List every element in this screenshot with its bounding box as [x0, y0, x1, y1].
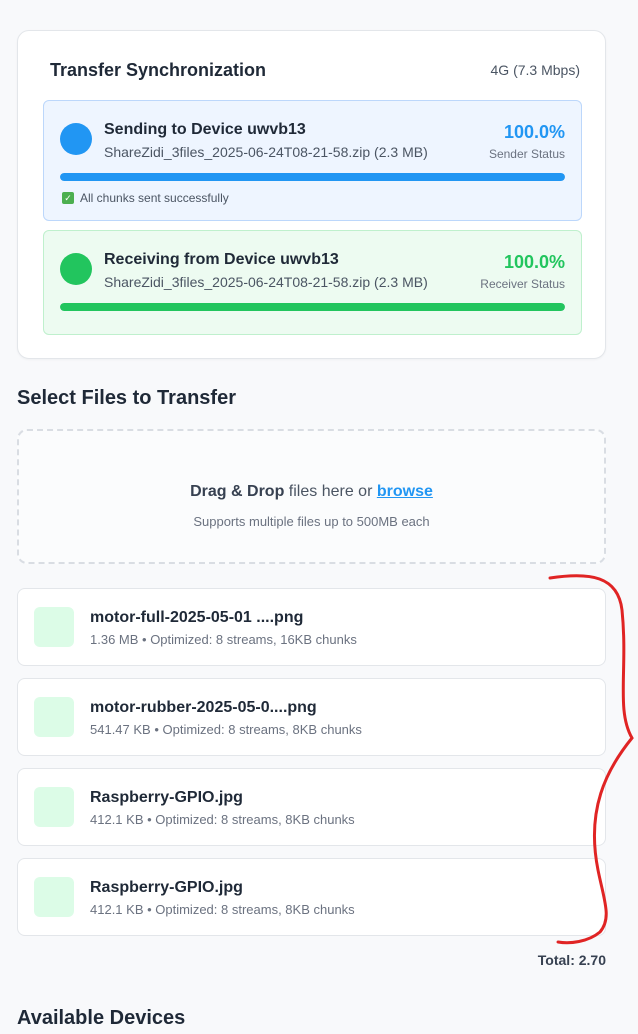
checkbox-check-icon: ✓ [62, 192, 74, 204]
dropzone-text: Drag & Drop files here or browse [19, 483, 604, 501]
sender-percent: 100.0% [503, 122, 565, 142]
file-name: Raspberry-GPIO.jpg [90, 879, 243, 896]
transfer-sync-card: Transfer Synchronization 4G (7.3 Mbps) S… [17, 30, 606, 359]
receiver-status-panel: Receiving from Device uwvb13 ShareZidi_3… [43, 230, 582, 335]
sender-progress-bar [60, 173, 565, 181]
file-meta: 412.1 KB • Optimized: 8 streams, 8KB chu… [90, 902, 355, 917]
receiver-percent: 100.0% [503, 252, 565, 272]
connection-speed: 4G (7.3 Mbps) [490, 62, 580, 78]
file-meta: 1.36 MB • Optimized: 8 streams, 16KB chu… [90, 632, 357, 647]
browse-link[interactable]: browse [377, 483, 433, 500]
receiver-status-label: Receiver Status [480, 277, 565, 291]
receiver-progress-bar [60, 303, 565, 311]
file-list-item[interactable]: Raspberry-GPIO.jpg 412.1 KB • Optimized:… [17, 768, 606, 846]
select-files-title: Select Files to Transfer [17, 387, 236, 409]
sender-status-panel: Sending to Device uwvb13 ShareZidi_3file… [43, 100, 582, 221]
file-name: Raspberry-GPIO.jpg [90, 789, 243, 806]
file-thumbnail-icon [34, 607, 74, 647]
sender-file: ShareZidi_3files_2025-06-24T08-21-58.zip… [104, 144, 428, 160]
sender-progress-fill [60, 173, 565, 181]
file-meta: 541.47 KB • Optimized: 8 streams, 8KB ch… [90, 722, 362, 737]
receiver-progress-fill [60, 303, 565, 311]
dropzone-drag-label: Drag & Drop [190, 483, 285, 500]
file-thumbnail-icon [34, 787, 74, 827]
chunks-note-text: All chunks sent successfully [80, 191, 229, 205]
sync-title: Transfer Synchronization [50, 60, 267, 80]
red-bracket-annotation [548, 574, 634, 945]
receiver-file: ShareZidi_3files_2025-06-24T08-21-58.zip… [104, 274, 428, 290]
file-list-item[interactable]: motor-rubber-2025-05-0....png 541.47 KB … [17, 678, 606, 756]
total-size: Total: 2.70 [537, 952, 606, 968]
file-thumbnail-icon [34, 877, 74, 917]
sender-status-label: Sender Status [488, 147, 565, 161]
available-devices-title: Available Devices [17, 1007, 186, 1029]
receiver-indicator-icon [60, 253, 92, 285]
dropzone-hint: Supports multiple files up to 500MB each [193, 514, 430, 529]
dropzone-middle-text: files here or [284, 483, 377, 500]
file-thumbnail-icon [34, 697, 74, 737]
file-name: motor-full-2025-05-01 ....png [90, 609, 304, 626]
receiver-title: Receiving from Device uwvb13 [104, 251, 339, 268]
file-list-item[interactable]: Raspberry-GPIO.jpg 412.1 KB • Optimized:… [17, 858, 606, 936]
file-dropzone[interactable]: Drag & Drop files here or browse Support… [17, 429, 606, 564]
chunks-note: ✓ All chunks sent successfully [62, 191, 229, 205]
file-name: motor-rubber-2025-05-0....png [90, 699, 317, 716]
file-meta: 412.1 KB • Optimized: 8 streams, 8KB chu… [90, 812, 355, 827]
sender-title: Sending to Device uwvb13 [104, 121, 306, 138]
file-list-item[interactable]: motor-full-2025-05-01 ....png 1.36 MB • … [17, 588, 606, 666]
sender-indicator-icon [60, 123, 92, 155]
